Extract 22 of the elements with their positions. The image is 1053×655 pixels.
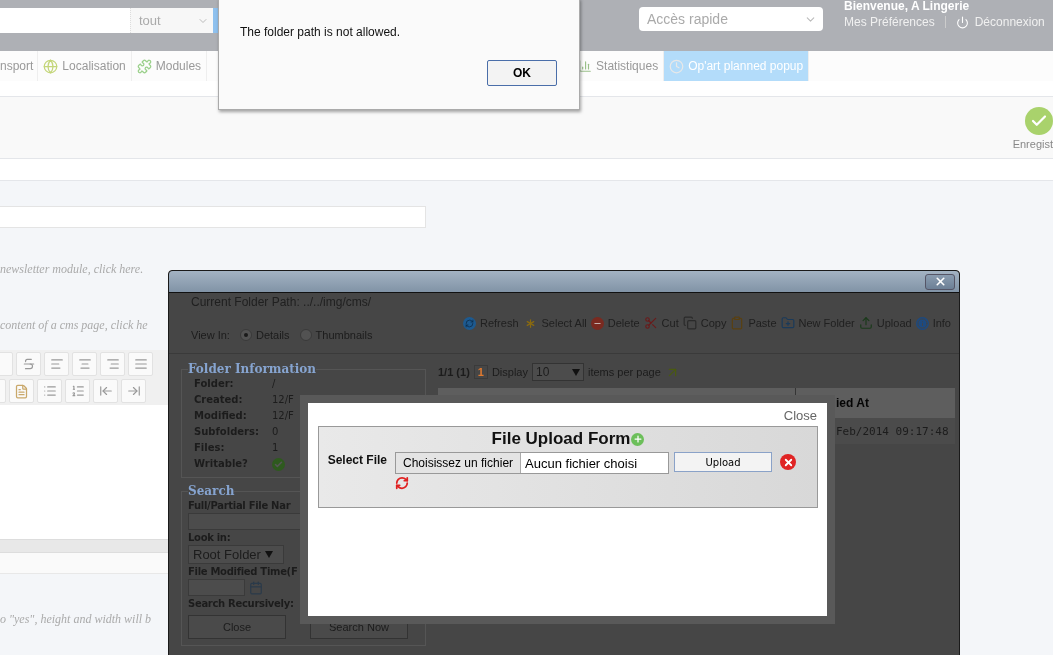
scope-select[interactable]: tout: [130, 8, 213, 33]
form-title: File Upload Form: [491, 429, 631, 449]
menu-tab[interactable]: Op'art planned popup: [664, 51, 810, 81]
hint-text: newsletter module, click here.: [0, 262, 144, 277]
upload-button[interactable]: Upload: [674, 452, 772, 472]
hint-text: o "yes", height and width will b: [0, 612, 152, 627]
hint-text: content of a cms page, click he: [0, 318, 148, 333]
info-value: /: [272, 378, 277, 389]
welcome-text: Bienvenue, A Lingerie: [844, 0, 971, 12]
alert-message: The folder path is not allowed.: [240, 25, 402, 39]
logout-link[interactable]: Déconnexion: [974, 15, 1045, 29]
file-input[interactable]: Choisissez un fichier Aucun fichier choisi: [395, 452, 669, 474]
choose-file-button[interactable]: Choisissez un fichier: [396, 453, 522, 473]
panel-title: Folder Information: [188, 362, 317, 376]
file-status: Aucun fichier choisi: [524, 454, 638, 473]
ok-button[interactable]: OK: [487, 60, 557, 86]
page-number[interactable]: 1: [473, 365, 488, 379]
field-label: Select File: [326, 452, 387, 469]
preferences-link[interactable]: Mes Préférences: [844, 15, 935, 29]
save-button[interactable]: Enregist: [1012, 107, 1053, 158]
panel-title: Search: [188, 484, 235, 498]
quick-access-select[interactable]: Accès rapide: [639, 7, 823, 31]
